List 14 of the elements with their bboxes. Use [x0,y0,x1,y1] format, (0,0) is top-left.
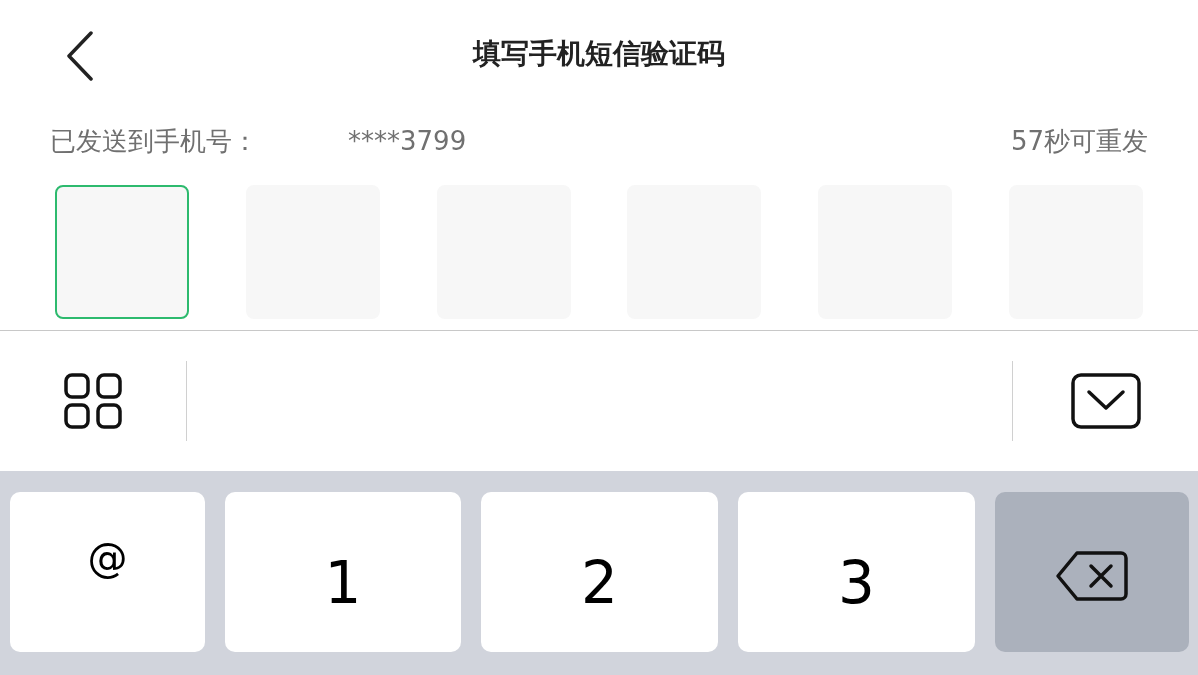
resend-countdown: 57秒可重发 [1010,124,1148,158]
sent-to-label: 已发送到手机号： [50,124,258,158]
delete-key[interactable] [995,492,1189,652]
page-title: 填写手机短信验证码 [473,35,725,72]
symbol-key[interactable]: @ [10,492,205,652]
digit-key[interactable]: 3 [738,492,975,652]
grid-icon [64,373,122,429]
digit-key[interactable]: 1 [225,492,461,652]
phone-number: ****3799 [348,124,467,158]
code-digit-field[interactable] [55,185,189,319]
chevron-down-icon [1070,373,1141,429]
backspace-icon [1055,550,1129,602]
digit-key[interactable]: 2 [481,492,718,652]
back-icon [65,31,95,81]
